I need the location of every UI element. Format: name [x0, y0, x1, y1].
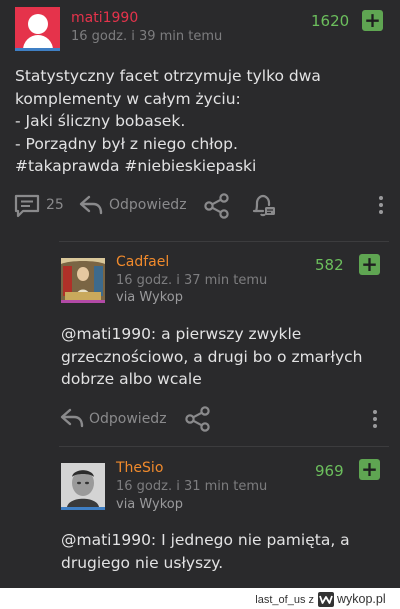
comment-score: 969 [315, 462, 344, 480]
reply-icon[interactable] [60, 408, 84, 428]
wykop-logo-icon [318, 592, 334, 607]
post-plus-button[interactable]: + [362, 10, 383, 31]
comment-source: via Wykop [116, 290, 183, 305]
comment-source: via Wykop [116, 497, 183, 512]
avatar-image [61, 463, 105, 507]
comment-timestamp[interactable]: 16 godz. i 37 min temu [116, 273, 267, 288]
footer-author: last_of_us z [255, 594, 314, 606]
share-icon[interactable] [185, 406, 211, 432]
comment-score: 582 [315, 256, 344, 274]
reply-button[interactable]: Odpowiedz [89, 411, 167, 427]
footer-site: wykop.pl [337, 592, 386, 606]
post-content: Statystyczny facet otrzymuje tylko dwa k… [15, 67, 321, 175]
comment-count[interactable]: 25 [46, 197, 64, 213]
post-score: 1620 [311, 12, 350, 30]
comment-content: @mati1990: a pierwszy zwykle grzeczności… [61, 325, 363, 388]
comments-icon[interactable] [14, 194, 40, 218]
comment-username[interactable]: Cadfael [116, 254, 169, 270]
post-timestamp[interactable]: 16 godz. i 39 min temu [71, 29, 222, 44]
comment-plus-button[interactable]: + [359, 459, 380, 480]
comment-divider [59, 446, 389, 447]
more-options-icon[interactable] [373, 410, 377, 431]
avatar-body [23, 35, 53, 48]
comment-divider [59, 241, 389, 242]
avatar[interactable] [61, 258, 105, 303]
avatar[interactable] [61, 463, 105, 510]
avatar-image [61, 258, 105, 300]
comment-plus-button[interactable]: + [359, 254, 380, 275]
comment-timestamp[interactable]: 16 godz. i 31 min temu [116, 479, 267, 494]
avatar-head [28, 14, 48, 34]
notification-bell-icon[interactable] [251, 193, 277, 219]
comment-username[interactable]: TheSio [116, 460, 163, 476]
post-username[interactable]: mati1990 [71, 10, 138, 26]
more-options-icon[interactable] [379, 196, 383, 217]
reply-icon[interactable] [79, 195, 103, 215]
entry-screen: mati1990 16 godz. i 39 min temu 1620 + S… [0, 0, 400, 588]
comment-content: @mati1990: I jednego nie pamięta, a drug… [61, 531, 350, 572]
avatar[interactable] [15, 7, 60, 51]
share-icon[interactable] [204, 193, 230, 219]
reply-button[interactable]: Odpowiedz [109, 197, 187, 213]
